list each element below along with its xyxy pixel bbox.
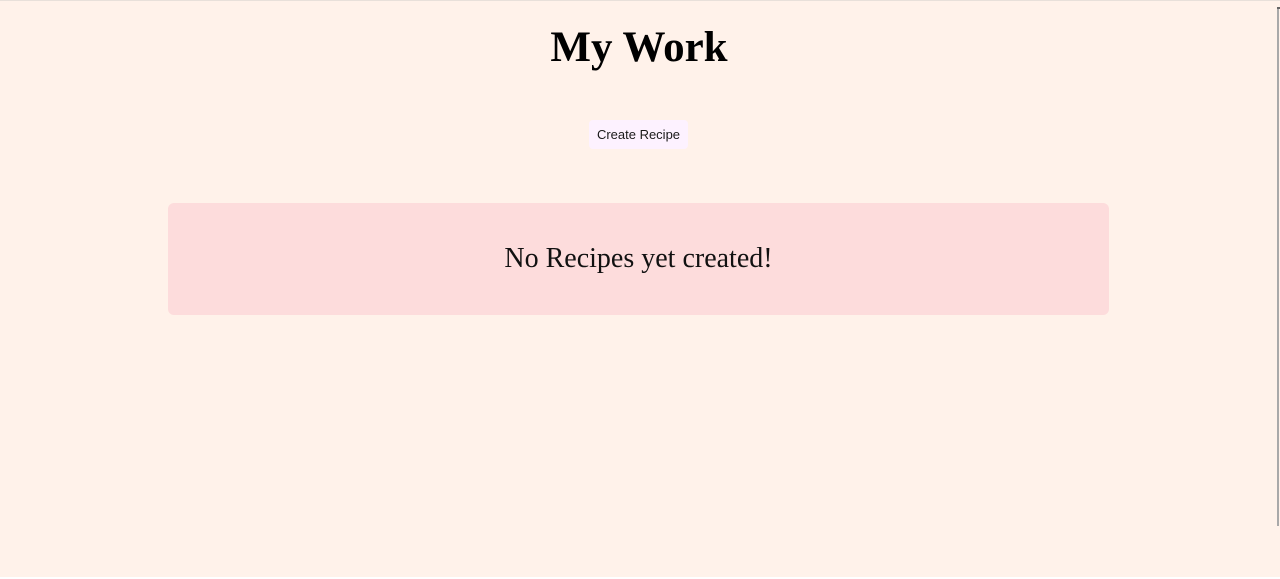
empty-recipes-panel: No Recipes yet created!	[168, 203, 1109, 315]
vertical-scrollbar[interactable]	[1277, 9, 1279, 526]
page-title: My Work	[550, 24, 728, 71]
empty-recipes-message: No Recipes yet created!	[504, 243, 773, 274]
create-recipe-button[interactable]: Create Recipe	[589, 120, 688, 149]
